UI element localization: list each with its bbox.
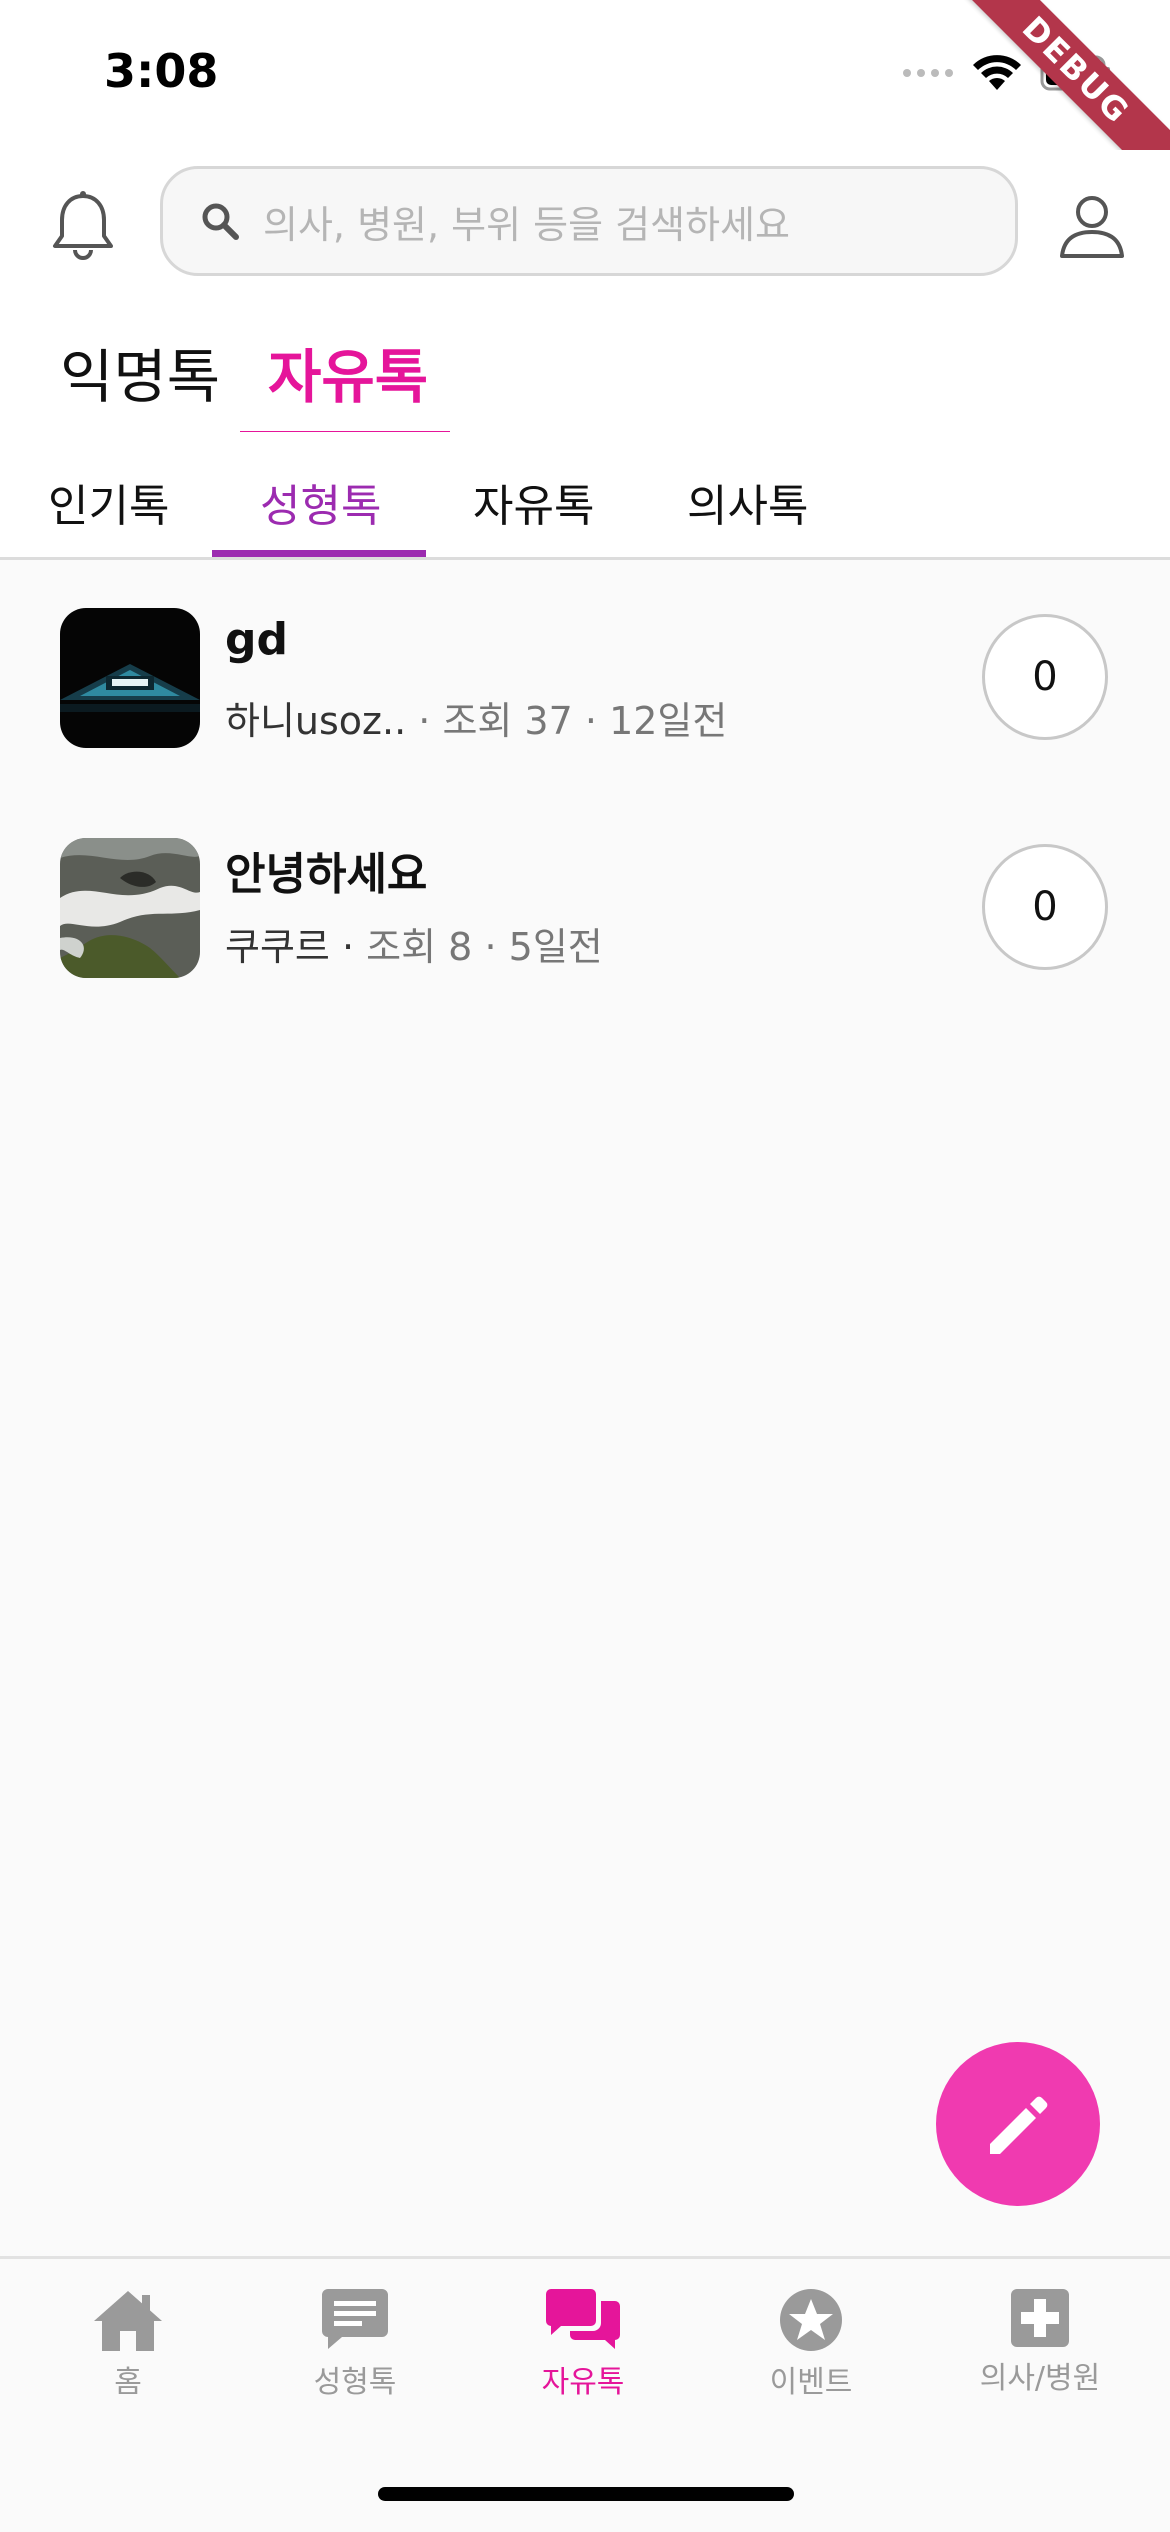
nav-free-talk[interactable]: 자유톡 — [483, 2287, 683, 2401]
subtab-indicator — [212, 550, 426, 557]
nav-doctor-hospital[interactable]: 의사/병원 — [940, 2287, 1140, 2397]
nav-events[interactable]: 이벤트 — [711, 2287, 911, 2401]
post-author: 쿠쿠르 — [225, 925, 330, 969]
main-tabs: 익명톡 자유톡 — [0, 310, 1170, 440]
post-time: 12일전 — [609, 699, 728, 743]
nav-label: 이벤트 — [769, 2365, 853, 2400]
home-icon — [94, 2291, 162, 2351]
home-indicator — [378, 2487, 794, 2501]
list-item[interactable]: 안녕하세요 쿠쿠르 · 조회 8 · 5일전 0 — [0, 798, 1170, 1018]
post-time: 5일전 — [508, 925, 603, 969]
search-icon — [202, 203, 239, 240]
search-placeholder: 의사, 병원, 부위 등을 검색하세요 — [263, 202, 790, 247]
bell-icon[interactable] — [50, 190, 116, 262]
meta-separator: · — [418, 699, 431, 743]
post-title: gd — [225, 614, 288, 665]
post-title: 안녕하세요 — [225, 849, 428, 900]
subtab-plastic-surgery[interactable]: 성형톡 — [260, 470, 381, 534]
search-input[interactable]: 의사, 병원, 부위 등을 검색하세요 — [160, 166, 1018, 276]
app-header: 의사, 병원, 부위 등을 검색하세요 익명톡 자유톡 — [0, 150, 1170, 440]
nav-label: 의사/병원 — [979, 2361, 1101, 2396]
nav-label: 성형톡 — [313, 2365, 397, 2400]
status-bar: 3:08 DEBUG — [0, 0, 1170, 194]
nav-plastic-surgery-talk[interactable]: 성형톡 — [255, 2287, 455, 2401]
signal-icon — [903, 69, 953, 77]
post-meta: 쿠쿠르 · 조회 8 · 5일전 — [225, 916, 603, 971]
tab-free-talk[interactable]: 자유톡 — [268, 330, 428, 414]
nav-label: 자유톡 — [541, 2365, 625, 2400]
list-item[interactable]: gd 하니usoz.. · 조회 37 · 12일전 0 — [0, 568, 1170, 788]
meta-separator: · — [584, 699, 597, 743]
profile-icon[interactable] — [1056, 190, 1128, 262]
subtab-free[interactable]: 자유톡 — [473, 470, 594, 534]
subtab-popular[interactable]: 인기톡 — [48, 470, 169, 534]
post-views: 조회 37 — [442, 699, 573, 743]
write-post-button[interactable] — [936, 2042, 1100, 2206]
post-thumbnail — [60, 608, 200, 748]
pencil-icon — [990, 2096, 1048, 2154]
tab-anonymous[interactable]: 익명톡 — [60, 330, 220, 414]
meta-separator: · — [341, 925, 355, 969]
star-circle-icon — [780, 2289, 842, 2351]
forum-icon — [546, 2289, 620, 2349]
medical-cross-icon — [1011, 2289, 1069, 2347]
nav-label: 홈 — [114, 2365, 142, 2400]
post-meta: 하니usoz.. · 조회 37 · 12일전 — [225, 690, 727, 745]
post-thumbnail — [60, 838, 200, 978]
sub-tabs: 인기톡 성형톡 자유톡 의사톡 — [0, 432, 1170, 560]
post-views: 조회 8 — [366, 925, 473, 969]
comment-count: 0 — [982, 614, 1108, 740]
meta-separator: · — [484, 925, 497, 969]
subtab-doctor[interactable]: 의사톡 — [687, 470, 808, 534]
post-author: 하니usoz.. — [225, 699, 407, 743]
wifi-icon — [973, 55, 1021, 90]
comment-count: 0 — [982, 844, 1108, 970]
status-time: 3:08 — [104, 44, 219, 98]
chat-bubble-icon — [322, 2289, 388, 2349]
nav-home[interactable]: 홈 — [28, 2287, 228, 2401]
